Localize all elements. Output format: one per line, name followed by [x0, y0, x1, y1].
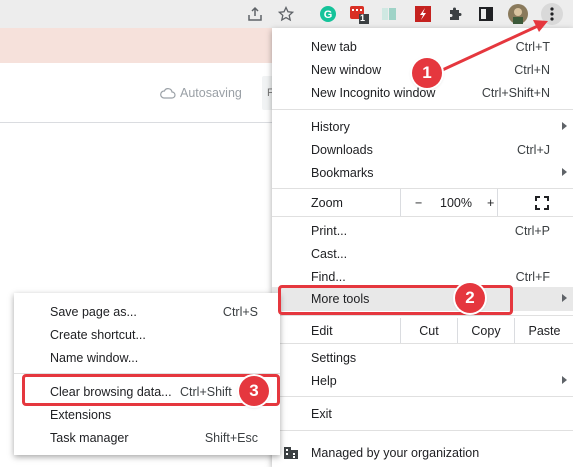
menu-item-label: New window: [311, 62, 382, 77]
menu-item-label: Exit: [311, 406, 332, 421]
menu-item-new-tab[interactable]: New tab Ctrl+T: [272, 35, 573, 58]
menu-item-managed[interactable]: Managed by your organization: [272, 441, 573, 464]
menu-item-label: Bookmarks: [311, 165, 374, 180]
menu-item-print[interactable]: Print... Ctrl+P: [272, 219, 573, 242]
fullscreen-icon[interactable]: [535, 191, 549, 214]
zoom-level: 100%: [440, 195, 472, 210]
menu-item-label: Task manager: [50, 430, 129, 445]
menu-item-label: Downloads: [311, 142, 373, 157]
menu-item-label: Print...: [311, 223, 348, 238]
menu-item-shortcut: Ctrl+S: [222, 304, 258, 319]
menu-item-settings[interactable]: Settings: [272, 346, 573, 369]
step-badge-1: 1: [412, 58, 442, 88]
menu-item-label: New tab: [311, 39, 357, 54]
kebab-menu-icon[interactable]: [541, 3, 563, 25]
paste-button[interactable]: Paste: [514, 318, 573, 343]
menu-item-shortcut: Ctrl+F: [515, 269, 550, 284]
menu-item-label: Managed by your organization: [311, 445, 480, 460]
copy-button[interactable]: Copy: [457, 318, 514, 343]
zoom-in-button[interactable]: +: [487, 191, 494, 214]
reader-extension-icon[interactable]: [379, 4, 399, 24]
menu-item-help[interactable]: Help: [272, 369, 573, 392]
menu-divider: [272, 430, 573, 431]
submenu-item-create-shortcut[interactable]: Create shortcut...: [14, 323, 280, 346]
menu-item-label: Extensions: [50, 407, 112, 422]
menu-divider: [272, 343, 573, 344]
chevron-right-icon: [562, 168, 567, 176]
submenu-item-name-window[interactable]: Name window...: [14, 346, 280, 369]
menu-item-bookmarks[interactable]: Bookmarks: [272, 161, 573, 184]
menu-item-shortcut: Ctrl+N: [514, 62, 550, 77]
menu-item-label: New Incognito window: [311, 85, 436, 100]
menu-divider: [272, 216, 573, 217]
menu-item-label: Save page as...: [50, 304, 137, 319]
menu-item-shortcut: Ctrl+T: [515, 39, 550, 54]
submenu-item-save-page[interactable]: Save page as... Ctrl+S: [14, 300, 280, 323]
menu-item-label: Zoom: [311, 195, 343, 210]
extension-badge-icon[interactable]: 1: [349, 4, 369, 24]
menu-item-label: Settings: [311, 350, 357, 365]
menu-divider: [272, 396, 573, 397]
building-icon: [283, 445, 299, 463]
menu-item-label: Find...: [311, 269, 346, 284]
menu-item-label: History: [311, 119, 350, 134]
menu-item-shortcut: Ctrl+P: [514, 223, 550, 238]
extension-badge-count: 1: [360, 13, 366, 23]
menu-item-shortcut: Ctrl+J: [517, 142, 550, 157]
submenu-item-extensions[interactable]: Extensions: [14, 403, 280, 426]
autosave-label: Autosaving: [180, 86, 242, 100]
puzzle-icon[interactable]: [445, 4, 465, 24]
chevron-right-icon: [562, 122, 567, 130]
menu-divider: [272, 315, 573, 316]
menu-item-label: Create shortcut...: [50, 327, 146, 342]
menu-item-cast[interactable]: Cast...: [272, 242, 573, 265]
chevron-right-icon: [562, 294, 567, 302]
autosave-status: Autosaving: [160, 86, 242, 100]
cut-button[interactable]: Cut: [400, 318, 457, 343]
menu-item-shortcut: Shift+Esc: [204, 430, 258, 445]
menu-divider: [272, 109, 573, 110]
cloud-icon: [160, 88, 176, 99]
menu-item-label: Help: [311, 373, 337, 388]
menu-item-label: Name window...: [50, 350, 139, 365]
step-badge-3: 3: [239, 376, 269, 406]
star-icon[interactable]: [276, 4, 296, 24]
menu-item-shortcut: Ctrl+Shift+N: [481, 85, 550, 100]
submenu-item-task-manager[interactable]: Task manager Shift+Esc: [14, 426, 280, 449]
step-badge-2: 2: [455, 283, 485, 313]
avatar[interactable]: [508, 4, 528, 24]
chevron-right-icon: [562, 376, 567, 384]
sidepanel-icon[interactable]: [476, 4, 496, 24]
menu-item-label: Edit: [311, 323, 333, 338]
svg-text:G: G: [324, 9, 333, 21]
menu-item-exit[interactable]: Exit: [272, 402, 573, 425]
browser-toolbar: G 1: [0, 0, 573, 28]
share-icon[interactable]: [245, 4, 265, 24]
menu-item-downloads[interactable]: Downloads Ctrl+J: [272, 138, 573, 161]
menu-item-label: Cast...: [311, 246, 348, 261]
grammarly-icon[interactable]: G: [318, 4, 338, 24]
flash-icon[interactable]: [413, 4, 433, 24]
chrome-main-menu: New tab Ctrl+T New window Ctrl+N New Inc…: [272, 28, 573, 467]
zoom-out-button[interactable]: −: [415, 191, 422, 214]
menu-item-history[interactable]: History: [272, 115, 573, 138]
